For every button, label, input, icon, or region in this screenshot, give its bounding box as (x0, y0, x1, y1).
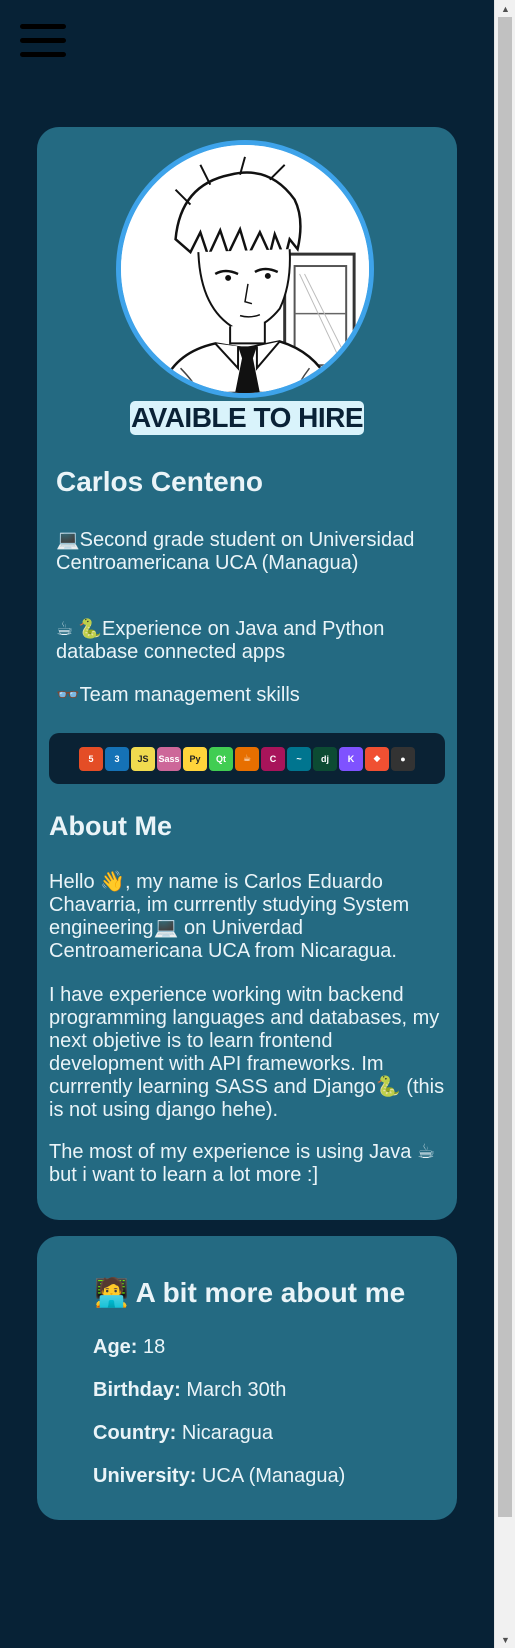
info-university-label: University: (93, 1465, 197, 1487)
coffee-snake-icon: ☕ 🐍 (56, 619, 102, 640)
info-birthday-label: Birthday: (93, 1379, 181, 1401)
scroll-thumb[interactable] (498, 17, 512, 1517)
about-me-title: About Me (49, 811, 172, 841)
kotlin-icon: K (339, 746, 363, 771)
css3-icon: 3 (105, 746, 129, 771)
fact-student: 💻Second grade student on Universidad Cen… (56, 529, 436, 575)
github-icon: ● (391, 746, 415, 771)
git-icon: ◆ (365, 746, 389, 771)
vertical-scrollbar[interactable]: ▲ ▼ (494, 0, 515, 1648)
info-country-label: Country: (93, 1422, 177, 1444)
info-birthday: Birthday: March 30th (93, 1378, 286, 1402)
profile-name: Carlos Centeno (56, 466, 263, 497)
fact-management-text: Team management skills (79, 684, 300, 706)
available-to-hire-badge: AVAIBLE TO HIRE (130, 401, 364, 435)
fact-management: 👓Team management skills (56, 684, 436, 707)
info-age-label: Age: (93, 1336, 138, 1358)
more-about-title: 🧑‍💻 A bit more about me (94, 1277, 406, 1308)
javascript-icon: JS (131, 746, 155, 771)
info-university: University: UCA (Managua) (93, 1464, 345, 1488)
java-icon: ☕ (235, 746, 259, 771)
info-country: Country: Nicaragua (93, 1421, 273, 1445)
info-age-value: 18 (137, 1336, 166, 1358)
info-country-value: Nicaragua (176, 1422, 274, 1444)
avatar (116, 140, 374, 398)
fact-student-text: Second grade student on Universidad Cent… (56, 529, 415, 574)
menu-icon[interactable] (20, 24, 68, 64)
fact-experience-text: Experience on Java and Python database c… (56, 618, 385, 663)
html5-icon: 5 (79, 746, 103, 771)
info-university-value: UCA (Managua) (196, 1465, 346, 1487)
scroll-up-arrow-icon[interactable]: ▲ (495, 0, 515, 17)
info-age: Age: 18 (93, 1335, 165, 1359)
django-icon: dj (313, 746, 337, 771)
about-paragraph-1: Hello 👋, my name is Carlos Eduardo Chava… (49, 871, 410, 962)
avatar-sketch-image (121, 145, 369, 393)
python-icon: Py (183, 746, 207, 771)
tech-stack-bar: 5 3 JS Sass Py Qt ☕ C ~ dj K ◆ ● (49, 733, 445, 784)
sass-icon: Sass (157, 746, 181, 771)
info-birthday-value: March 30th (180, 1379, 287, 1401)
laptop-icon: 💻 (56, 530, 80, 551)
c-icon: C (261, 746, 285, 771)
about-paragraph-2: I have experience working witn backend p… (49, 984, 445, 1121)
glasses-icon: 👓 (56, 685, 80, 706)
mysql-icon: ~ (287, 746, 311, 771)
portfolio-page: AVAIBLE TO HIRE Carlos Centeno 💻Second g… (0, 0, 515, 1648)
about-paragraph-3: The most of my experience is using Java … (49, 1141, 435, 1186)
qt-icon: Qt (209, 746, 233, 771)
fact-experience: ☕ 🐍Experience on Java and Python databas… (56, 618, 436, 664)
scroll-down-arrow-icon[interactable]: ▼ (495, 1631, 515, 1648)
